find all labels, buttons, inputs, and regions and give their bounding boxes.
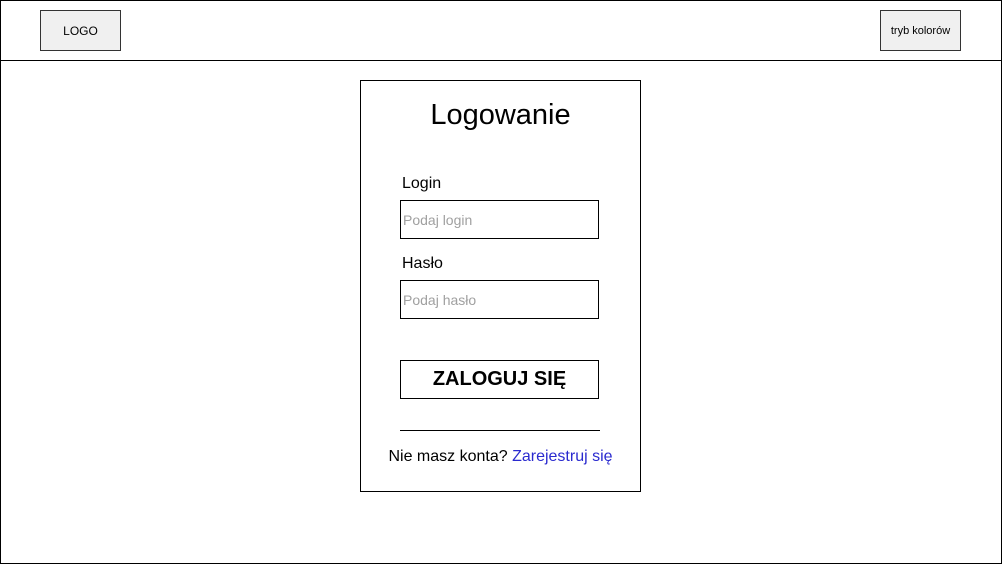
password-label: Hasło <box>402 255 443 272</box>
color-mode-button[interactable]: tryb kolorów <box>880 10 961 51</box>
no-account-text: Nie masz konta? <box>388 448 513 465</box>
header: LOGO tryb kolorów <box>1 1 1001 61</box>
login-card: Logowanie Login Hasło ZALOGUJ SIĘ Nie ma… <box>360 80 641 492</box>
password-input[interactable] <box>400 280 599 319</box>
login-button[interactable]: ZALOGUJ SIĘ <box>400 360 599 399</box>
register-prompt: Nie masz konta? Zarejestruj się <box>361 448 640 466</box>
logo[interactable]: LOGO <box>40 10 121 51</box>
page-title: Logowanie <box>430 99 571 131</box>
divider <box>400 430 600 431</box>
register-link[interactable]: Zarejestruj się <box>512 448 612 465</box>
login-label: Login <box>402 175 442 192</box>
login-input[interactable] <box>400 200 599 239</box>
